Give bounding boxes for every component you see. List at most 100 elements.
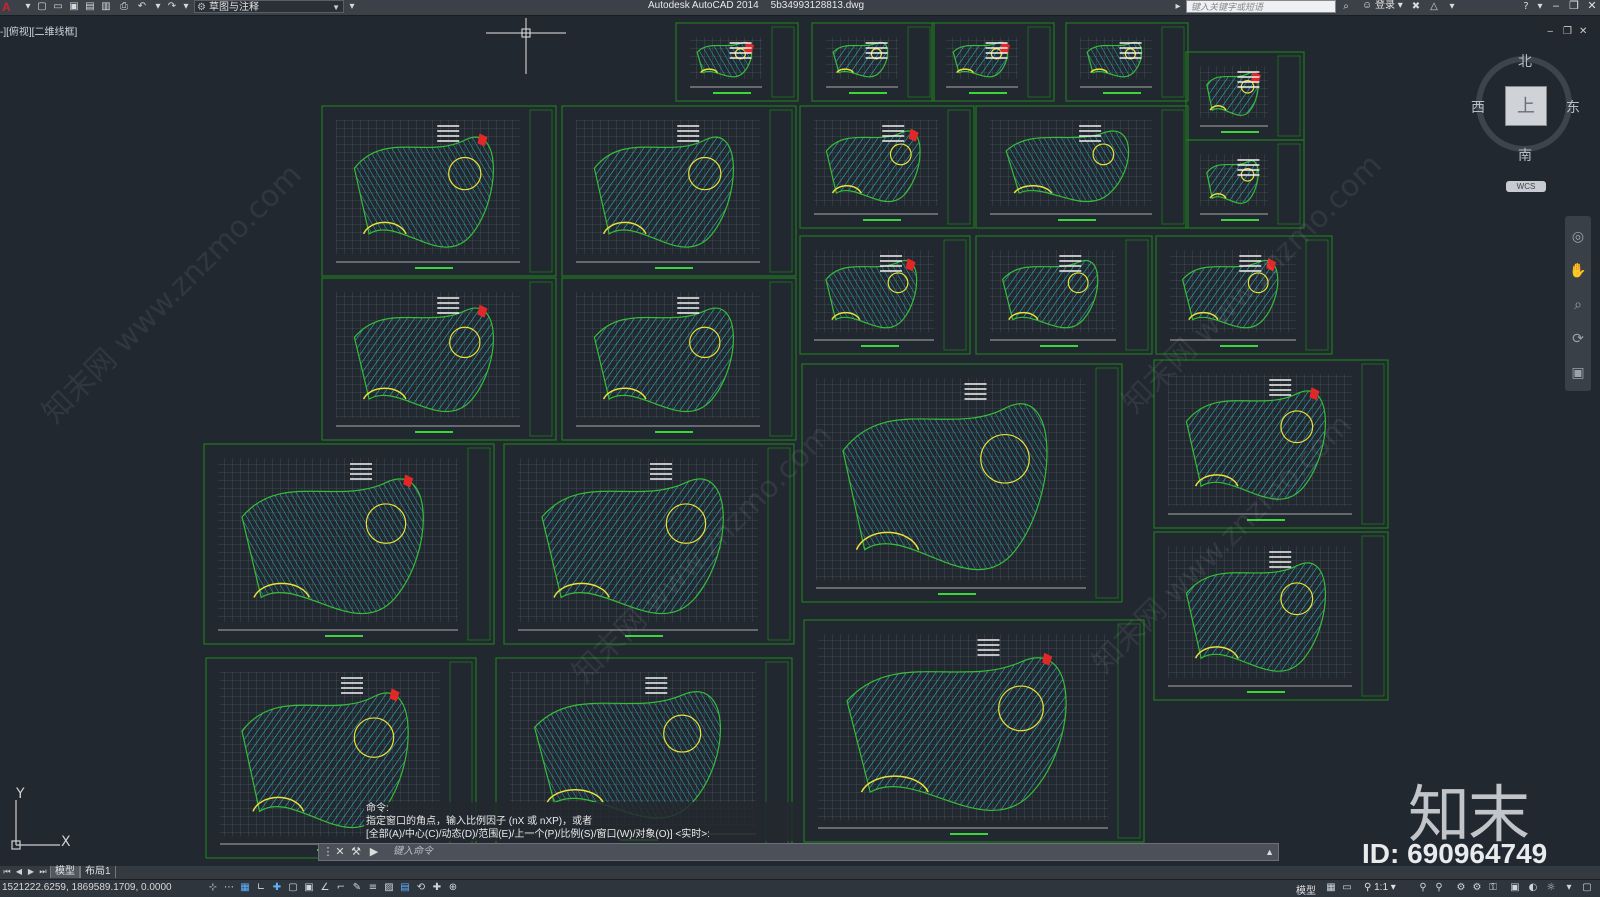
lock-icon[interactable]: ⚿ (1486, 881, 1500, 895)
coordinates-readout[interactable]: 1521222.6259, 1869589.1709, 0.0000 (2, 882, 172, 893)
customize-qat-icon[interactable]: ▾ (346, 1, 358, 13)
help-dropdown-icon[interactable]: ▾ (1534, 1, 1546, 13)
tab-layout1[interactable]: 布局1 (80, 866, 116, 878)
osnap-icon[interactable]: ▢ (286, 881, 300, 895)
minimize-button[interactable]: ‒ (1548, 0, 1564, 13)
exchange-icon[interactable]: ✖ (1410, 1, 1422, 13)
undo-dropdown-icon[interactable]: ▾ (152, 1, 164, 13)
layout-tabs: ⏮ ◀ ▶ ⏭ 模型 布局1 (0, 866, 1600, 879)
drawing-sheet (811, 22, 935, 102)
zoom-icon[interactable]: ⌕ (1569, 296, 1587, 314)
close-icon[interactable]: ✕ (333, 845, 347, 859)
viewport-minimize-icon[interactable]: ‒ (1547, 26, 1553, 37)
workspace-select[interactable]: ⚙ 草图与注释 ▼ (194, 0, 344, 13)
drawing-sheet (321, 277, 557, 441)
pan-icon[interactable]: ✋ (1569, 262, 1587, 280)
infer-constraints-icon[interactable]: ⊹ (206, 881, 220, 895)
orbit-icon[interactable]: ⟳ (1569, 330, 1587, 348)
command-prompt-icon[interactable]: ▶ (367, 845, 381, 859)
restore-button[interactable]: ❐ (1566, 0, 1582, 13)
hardware-acceleration-icon[interactable]: ▣ (1508, 881, 1522, 895)
polar-icon[interactable]: ✚ (270, 881, 284, 895)
command-history-line: 命令: (366, 803, 389, 814)
binoculars-icon[interactable]: ⌕ (1340, 1, 1352, 13)
workspace-label: 草图与注释 (209, 2, 259, 13)
grid-icon[interactable]: ▦ (238, 881, 252, 895)
redo-dropdown-icon[interactable]: ▾ (180, 1, 192, 13)
help-icon[interactable]: ? (1520, 1, 1532, 13)
transparency-icon[interactable]: ▨ (382, 881, 396, 895)
scale-label: 1:1 (1374, 882, 1389, 893)
otrack-icon[interactable]: ∠ (318, 881, 332, 895)
ortho-icon[interactable]: ∟ (254, 881, 268, 895)
undo-icon[interactable]: ↶ (136, 1, 148, 13)
clean-screen-icon[interactable]: ▢ (1580, 881, 1594, 895)
prev-tab-icon[interactable]: ◀ (14, 866, 24, 878)
viewport-controls[interactable]: -][俯视][二维线框] (0, 23, 77, 38)
wrench-icon[interactable]: ⚒ (349, 845, 363, 859)
lightbulb-icon[interactable]: ☼ (1544, 881, 1558, 895)
search-arrow-icon[interactable]: ▸ (1172, 1, 1184, 13)
lineweight-icon[interactable]: ≡ (366, 881, 380, 895)
plot-icon[interactable]: ▥ (100, 1, 112, 13)
command-line[interactable]: ⋮ ✕ ⚒ ▶ 键入命令 ▲ (318, 843, 1279, 861)
auto-scale-icon[interactable]: ⚲ (1432, 881, 1446, 895)
drawing-sheet (799, 105, 975, 229)
redo-icon[interactable]: ↷ (166, 1, 178, 13)
dropdown-arrow-icon[interactable]: ▾ (22, 1, 34, 13)
wcs-menu[interactable]: WCS (1506, 181, 1546, 192)
viewport-restore-icon[interactable]: ❐ (1563, 26, 1572, 37)
workspace-switch-icon[interactable]: ⚙ (1454, 881, 1468, 895)
dyn-icon[interactable]: ✎ (350, 881, 364, 895)
next-tab-icon[interactable]: ▶ (26, 866, 36, 878)
drawing-sheet (561, 277, 797, 441)
ucs-y-label: Y (16, 786, 25, 802)
status-bar: 1521222.6259, 1869589.1709, 0.0000 ⊹ ⋯ ▦… (0, 879, 1600, 897)
viewcube-top-face[interactable]: 上 (1505, 86, 1547, 126)
save-icon[interactable]: ▣ (68, 1, 80, 13)
new-icon[interactable]: ▢ (36, 1, 48, 13)
crosshair-icon[interactable]: ⊕ (446, 881, 460, 895)
saveas-icon[interactable]: ▤ (84, 1, 96, 13)
quick-view-icon[interactable]: ▭ (1340, 881, 1354, 895)
model-space-button[interactable]: 模型 (1296, 882, 1316, 897)
annotation-scale[interactable]: ⚲ 1:1 ▾ (1364, 882, 1396, 893)
ducs-icon[interactable]: ⌐ (334, 881, 348, 895)
open-icon[interactable]: ▭ (52, 1, 64, 13)
annotation-visibility-icon[interactable]: ⚲ (1416, 881, 1430, 895)
search-input[interactable]: 键入关键字或短语 (1186, 0, 1336, 13)
selection-cycling-icon[interactable]: ⟲ (414, 881, 428, 895)
autocad-logo-icon[interactable]: A (2, 0, 16, 14)
last-tab-icon[interactable]: ⏭ (38, 866, 48, 878)
compass-west[interactable]: 西 (1471, 97, 1485, 117)
drawing-sheet (321, 105, 557, 277)
compass-east[interactable]: 东 (1566, 97, 1580, 117)
connect-icon[interactable]: △ (1428, 1, 1440, 13)
isolate-objects-icon[interactable]: ◐ (1526, 881, 1540, 895)
more-icon[interactable]: ▾ (1446, 1, 1458, 13)
quick-properties-icon[interactable]: ▤ (398, 881, 412, 895)
steering-wheel-icon[interactable]: ◎ (1569, 228, 1587, 246)
close-button[interactable]: ✕ (1584, 0, 1600, 13)
first-tab-icon[interactable]: ⏮ (2, 866, 12, 878)
3d-osnap-icon[interactable]: ▣ (302, 881, 316, 895)
chevron-down-icon: ▾ (1397, 0, 1403, 11)
chevron-up-icon[interactable]: ▲ (1265, 845, 1274, 859)
gear-icon: ⚙ (197, 2, 206, 13)
print-icon[interactable]: ⎙ (118, 1, 130, 13)
drawing-sheet (203, 443, 495, 645)
drawing-sheet (1065, 22, 1189, 102)
compass-south[interactable]: 南 (1518, 145, 1532, 165)
viewport-close-icon[interactable]: ✕ (1579, 26, 1587, 37)
tab-model[interactable]: 模型 (50, 866, 80, 878)
annotation-scale-sync-icon[interactable]: ⚙ (1470, 881, 1484, 895)
login-button[interactable]: ☺ 登录 ▾ (1362, 0, 1403, 12)
command-input[interactable]: 键入命令 (393, 845, 433, 859)
layout-icon[interactable]: ▦ (1324, 881, 1338, 895)
status-menu-icon[interactable]: ▾ (1562, 881, 1576, 895)
showmotion-icon[interactable]: ▣ (1569, 364, 1587, 382)
snap-icon[interactable]: ⋯ (222, 881, 236, 895)
ucs-icon (11, 800, 60, 850)
annotation-monitor-icon[interactable]: ✚ (430, 881, 444, 895)
compass-north[interactable]: 北 (1518, 51, 1532, 71)
